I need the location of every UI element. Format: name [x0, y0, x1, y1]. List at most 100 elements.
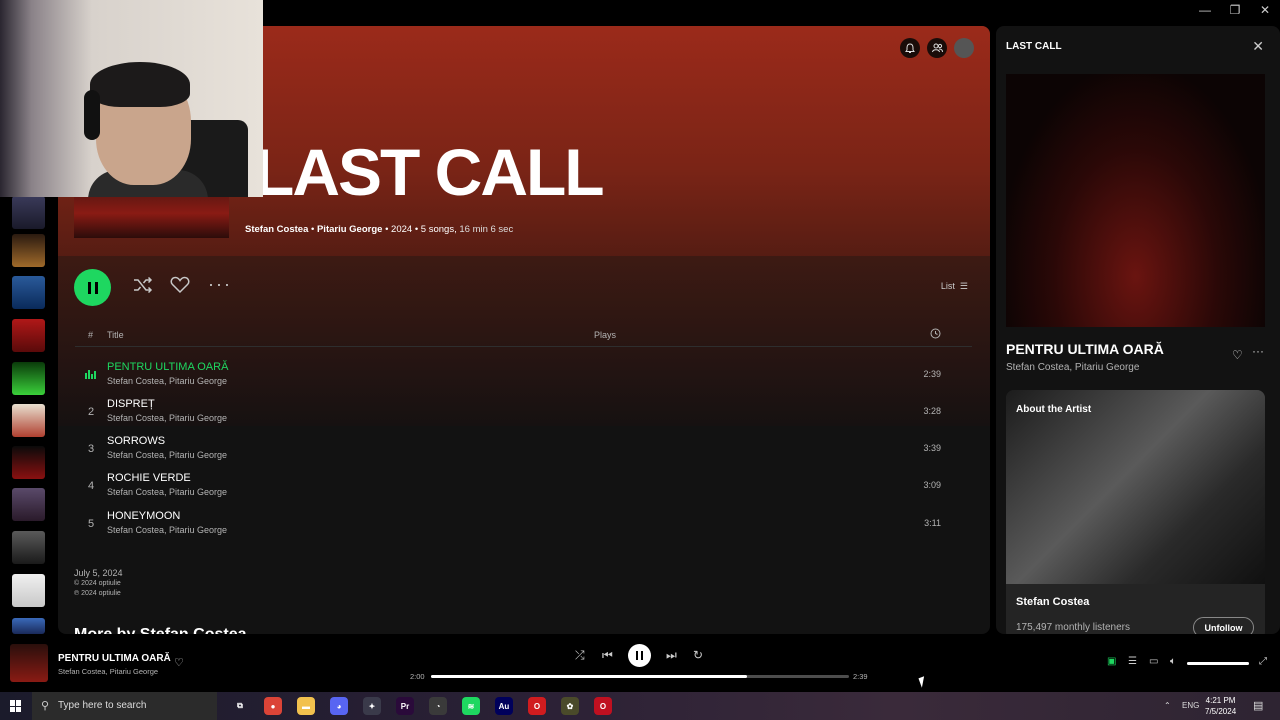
artist-link[interactable]: Stefan Costea	[245, 224, 308, 235]
heart-icon[interactable]: ♡	[1232, 348, 1243, 362]
about-artist-label: About the Artist	[1016, 404, 1092, 415]
shuffle-icon[interactable]	[133, 276, 153, 299]
copyright: © 2024 optiulie	[74, 580, 121, 587]
volume-slider[interactable]	[1187, 662, 1249, 665]
taskbar-fl-studio-icon[interactable]: ✿	[561, 697, 579, 715]
equalizer-icon	[85, 370, 96, 379]
close-icon[interactable]: ✕	[1252, 38, 1264, 55]
track-artists: Stefan Costea, Pitariu George	[107, 450, 228, 460]
heart-icon[interactable]: ♡	[174, 656, 184, 669]
pause-icon	[87, 281, 98, 294]
monthly-listeners: 175,497 monthly listeners	[1016, 622, 1130, 633]
play-pause-button[interactable]	[628, 644, 651, 667]
artist-photo	[1006, 390, 1265, 584]
taskbar-chrome-icon[interactable]: ●	[264, 697, 282, 715]
about-artist-card[interactable]: About the Artist Stefan Costea 175,497 m…	[1006, 390, 1265, 634]
track-row[interactable]: 5 HONEYMOON Stefan Costea, Pitariu Georg…	[75, 507, 972, 543]
library-item[interactable]	[12, 196, 45, 229]
more-options-icon[interactable]: ···	[1252, 344, 1264, 358]
now-playing-title[interactable]: PENTRU ULTIMA OARĂ	[58, 653, 171, 664]
friends-icon[interactable]	[927, 38, 947, 58]
track-row[interactable]: 2 DISPREȚ Stefan Costea, Pitariu George …	[75, 395, 972, 431]
library-item[interactable]	[12, 531, 45, 564]
clock-date: 7/5/2024	[1205, 707, 1237, 716]
player-bar: PENTRU ULTIMA OARĂ Stefan Costea, Pitari…	[0, 634, 1280, 692]
taskbar-spotify-icon[interactable]: ≋	[462, 697, 480, 715]
library-item[interactable]	[12, 488, 45, 521]
taskbar-search[interactable]: ⚲ Type here to search	[32, 692, 217, 720]
library-item[interactable]	[12, 319, 45, 352]
library-item[interactable]	[12, 574, 45, 607]
track-duration: 3:09	[923, 480, 941, 490]
track-title: PENTRU ULTIMA OARĂ	[107, 361, 229, 373]
panel-track-title[interactable]: PENTRU ULTIMA OARĂ	[1006, 341, 1164, 357]
bell-icon[interactable]	[900, 38, 920, 58]
artist-link[interactable]: Pitariu George	[317, 224, 382, 235]
library-item[interactable]	[12, 276, 45, 309]
taskbar-discord-icon[interactable]: ◕	[330, 697, 348, 715]
album-art	[1006, 74, 1265, 327]
search-icon: ⚲	[41, 700, 50, 712]
track-title: DISPREȚ	[107, 398, 155, 410]
library-item[interactable]	[12, 404, 45, 437]
next-icon[interactable]: ⏭	[666, 648, 677, 663]
more-by-heading: More by Stefan Costea	[74, 626, 246, 634]
track-title: HONEYMOON	[107, 510, 181, 522]
view-mode-toggle[interactable]: List ☰	[941, 281, 968, 292]
fullscreen-icon[interactable]: ⤢	[1259, 656, 1267, 667]
track-duration: 3:11	[924, 518, 941, 528]
track-title: ROCHIE VERDE	[107, 472, 191, 484]
connect-device-icon[interactable]: ▭	[1149, 656, 1158, 667]
column-number: #	[88, 330, 94, 340]
track-number: 4	[87, 480, 95, 492]
webcam-overlay	[0, 0, 263, 197]
now-playing-view-icon[interactable]: ▣	[1107, 656, 1116, 667]
repeat-icon[interactable]: ↻	[693, 648, 703, 662]
total-time: 2:39	[853, 672, 868, 681]
taskbar-audition-icon[interactable]: Au	[495, 697, 513, 715]
heart-icon[interactable]	[170, 276, 190, 299]
track-row[interactable]: PENTRU ULTIMA OARĂ Stefan Costea, Pitari…	[75, 358, 972, 394]
notifications-icon[interactable]: ▤	[1253, 699, 1263, 712]
restore-icon[interactable]: ❐	[1220, 3, 1250, 17]
volume-icon[interactable]: 🔈︎	[1170, 656, 1176, 667]
album-meta: Stefan Costea • Pitariu George • 2024 • …	[245, 224, 514, 235]
chevron-up-icon[interactable]: ⌃	[1164, 701, 1171, 710]
now-playing-artists[interactable]: Stefan Costea, Pitariu George	[58, 667, 158, 676]
search-placeholder: Type here to search	[58, 700, 147, 711]
track-title: SORROWS	[107, 435, 166, 447]
shuffle-icon[interactable]: ⤮	[575, 648, 585, 663]
previous-icon[interactable]: ⏮	[602, 648, 613, 663]
queue-icon[interactable]: ☰	[1128, 656, 1137, 667]
play-pause-button[interactable]	[74, 269, 111, 306]
phonogram-copyright: ℗ 2024 optiulie	[74, 590, 121, 597]
taskbar-app-clock-icon[interactable]: ◔	[429, 697, 447, 715]
taskbar-file-explorer-icon[interactable]: ▬	[297, 697, 315, 715]
taskbar-premiere-icon[interactable]: Pr	[396, 697, 414, 715]
library-item[interactable]	[12, 234, 45, 267]
panel-track-artists[interactable]: Stefan Costea, Pitariu George	[1006, 362, 1139, 373]
unfollow-button[interactable]: Unfollow	[1193, 617, 1254, 634]
library-item[interactable]	[12, 362, 45, 395]
taskbar-opera-icon[interactable]: O	[528, 697, 546, 715]
taskbar-task-view-icon[interactable]: ⧉	[231, 697, 249, 715]
track-artists: Stefan Costea, Pitariu George	[107, 376, 228, 386]
track-number: 2	[87, 406, 95, 418]
progress-bar[interactable]	[431, 675, 849, 678]
now-playing-thumbnail[interactable]	[10, 644, 48, 682]
track-row[interactable]: 3 SORROWS Stefan Costea, Pitariu George …	[75, 432, 972, 468]
taskbar-clock[interactable]: 4:21 PM 7/5/2024	[1205, 695, 1236, 717]
minimize-icon[interactable]: —	[1190, 3, 1220, 17]
taskbar-app-bird-icon[interactable]: ✦	[363, 697, 381, 715]
library-item[interactable]	[12, 618, 45, 634]
avatar[interactable]	[954, 38, 974, 58]
track-duration: 2:39	[923, 369, 941, 379]
language-indicator[interactable]: ENG	[1182, 701, 1199, 710]
library-item[interactable]	[12, 446, 45, 479]
close-icon[interactable]: ✕	[1250, 3, 1280, 17]
more-options-icon[interactable]: ···	[208, 274, 232, 295]
track-row[interactable]: 4 ROCHIE VERDE Stefan Costea, Pitariu Ge…	[75, 469, 972, 505]
artist-name[interactable]: Stefan Costea	[1016, 596, 1089, 608]
windows-start-icon[interactable]	[10, 700, 22, 712]
taskbar-opera-gx-icon[interactable]: O	[594, 697, 612, 715]
